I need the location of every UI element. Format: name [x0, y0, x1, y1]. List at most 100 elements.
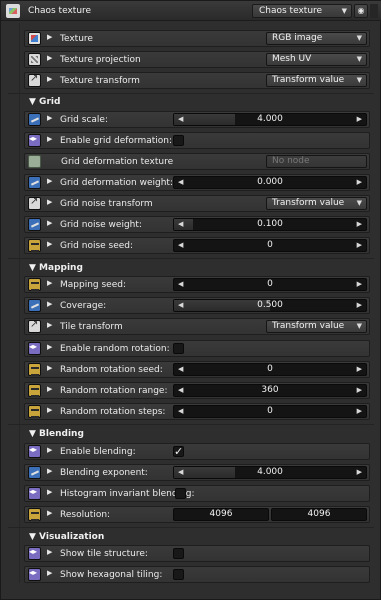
transform-icon — [28, 196, 41, 210]
texture-projection-dropdown[interactable]: Mesh UV ▼ — [266, 53, 367, 66]
increment-arrow-icon[interactable]: ▶ — [357, 177, 362, 188]
section-blending[interactable]: ▼ Blending — [29, 429, 84, 439]
random-rotation-steps-spinner[interactable]: ◀ 0 ▶ — [173, 405, 367, 418]
grid-scale-row: ▶ Grid scale: ◀ 4.000 ▶ — [24, 111, 370, 128]
expand-icon[interactable]: ▶ — [47, 343, 52, 351]
random-rotation-seed-spinner[interactable]: ◀ 0 ▶ — [173, 363, 367, 376]
enable-random-rotation-checkbox[interactable] — [173, 343, 184, 354]
increment-arrow-icon[interactable]: ▶ — [357, 240, 362, 251]
grid-noise-seed-spinner[interactable]: ◀ 0 ▶ — [173, 239, 367, 252]
texture-projection-label: Texture projection — [60, 55, 141, 65]
expand-icon[interactable]: ▶ — [47, 198, 52, 206]
expand-icon[interactable]: ▶ — [47, 321, 52, 329]
decrement-arrow-icon[interactable]: ◀ — [178, 467, 183, 478]
int-icon — [28, 278, 41, 291]
decrement-arrow-icon[interactable]: ◀ — [178, 364, 183, 375]
section-visualization[interactable]: ▼ Visualization — [29, 532, 104, 542]
chevron-down-icon: ▼ — [356, 199, 362, 207]
texture-label: Texture — [60, 34, 93, 44]
expand-icon[interactable]: ▶ — [47, 54, 52, 62]
expand-icon[interactable]: ▶ — [47, 406, 52, 414]
expand-icon[interactable]: ▶ — [47, 279, 52, 287]
grid-deformation-texture-row: Grid deformation texture No node — [24, 153, 370, 170]
node-type-dropdown[interactable]: Chaos texture ▼ — [252, 4, 352, 18]
histogram-invariant-blending-checkbox[interactable] — [175, 488, 186, 499]
bool-icon — [28, 547, 41, 560]
texture-transform-dropdown[interactable]: Transform value ▼ — [266, 74, 367, 87]
texture-dropdown[interactable]: RGB image ▼ — [266, 32, 367, 45]
section-mapping[interactable]: ▼ Mapping — [29, 263, 83, 273]
expand-icon[interactable]: ▶ — [47, 177, 52, 185]
resolution-x-field[interactable]: 4096 — [173, 508, 269, 521]
increment-arrow-icon[interactable]: ▶ — [357, 467, 362, 478]
texture-projection-row[interactable]: ▶ Texture projection Mesh UV ▼ — [24, 51, 370, 68]
show-hexagonal-tiling-checkbox[interactable] — [173, 569, 184, 580]
decrement-arrow-icon[interactable]: ◀ — [178, 385, 183, 396]
section-grid[interactable]: ▼ Grid — [29, 97, 60, 107]
increment-arrow-icon[interactable]: ▶ — [357, 385, 362, 396]
texture-row[interactable]: ▶ Texture RGB image ▼ — [24, 30, 370, 47]
eye-icon[interactable]: ◉ — [354, 4, 368, 18]
increment-arrow-icon[interactable]: ▶ — [357, 114, 362, 125]
enable-random-rotation-label: Enable random rotation: — [60, 344, 170, 354]
expand-icon[interactable]: ▶ — [47, 33, 52, 41]
expand-icon[interactable]: ▶ — [47, 135, 52, 143]
coverage-slider[interactable]: ◀ 0.500 ▶ — [173, 299, 367, 312]
decrement-arrow-icon[interactable]: ◀ — [178, 300, 183, 311]
expand-icon[interactable]: ▶ — [47, 114, 52, 122]
increment-arrow-icon[interactable]: ▶ — [357, 364, 362, 375]
texture-transform-row[interactable]: ▶ Texture transform Transform value ▼ — [24, 72, 370, 89]
divider — [8, 527, 374, 528]
blending-exponent-slider[interactable]: ◀ 4.000 ▶ — [173, 466, 367, 479]
grid-deformation-texture-label: Grid deformation texture — [61, 157, 174, 167]
texture-node-icon — [6, 4, 20, 18]
grid-noise-transform-row: ▶ Grid noise transform Transform value ▼ — [24, 195, 370, 212]
resolution-row: ▶ Resolution: 4096 4096 — [24, 506, 370, 523]
expand-icon[interactable]: ▶ — [47, 240, 52, 248]
coverage-row: ▶ Coverage: ◀ 0.500 ▶ — [24, 297, 370, 314]
expand-icon[interactable]: ▶ — [47, 569, 52, 577]
expand-icon[interactable]: ▶ — [47, 446, 52, 454]
expand-icon[interactable]: ▶ — [47, 364, 52, 372]
expand-icon[interactable]: ▶ — [47, 75, 52, 83]
random-rotation-range-row: ▶ Random rotation range: ◀ 360 ▶ — [24, 382, 370, 399]
grid-scale-slider[interactable]: ◀ 4.000 ▶ — [173, 113, 367, 126]
expand-icon[interactable]: ▶ — [47, 509, 52, 517]
expand-icon[interactable]: ▶ — [47, 548, 52, 556]
enable-blending-checkbox[interactable]: ✓ — [173, 446, 184, 457]
decrement-arrow-icon[interactable]: ◀ — [178, 240, 183, 251]
enable-grid-deformation-checkbox[interactable] — [173, 135, 184, 146]
tile-transform-dropdown[interactable]: Transform value ▼ — [266, 320, 367, 333]
grid-deformation-weight-slider[interactable]: ◀ 0.000 ▶ — [173, 176, 367, 189]
decrement-arrow-icon[interactable]: ◀ — [178, 114, 183, 125]
decrement-arrow-icon[interactable]: ◀ — [178, 177, 183, 188]
decrement-arrow-icon[interactable]: ◀ — [178, 406, 183, 417]
expand-icon[interactable]: ▶ — [47, 467, 52, 475]
expand-icon[interactable]: ▶ — [47, 488, 52, 496]
decrement-arrow-icon[interactable]: ◀ — [178, 219, 183, 230]
chevron-down-icon: ▼ — [341, 7, 347, 15]
increment-arrow-icon[interactable]: ▶ — [357, 219, 362, 230]
grid-noise-weight-slider[interactable]: ◀ 0.100 ▶ — [173, 218, 367, 231]
expand-icon[interactable]: ▶ — [47, 385, 52, 393]
expand-icon[interactable]: ▶ — [47, 300, 52, 308]
chevron-down-icon: ▼ — [356, 55, 362, 63]
enable-grid-deformation-row: ▶ Enable grid deformation: — [24, 132, 370, 149]
texture-value: RGB image — [272, 33, 323, 43]
decrement-arrow-icon[interactable]: ◀ — [178, 279, 183, 290]
grid-noise-transform-dropdown[interactable]: Transform value ▼ — [266, 197, 367, 210]
increment-arrow-icon[interactable]: ▶ — [357, 406, 362, 417]
empty-texture-icon — [28, 155, 41, 168]
random-rotation-range-spinner[interactable]: ◀ 360 ▶ — [173, 384, 367, 397]
chaos-texture-panel: Chaos texture Chaos texture ▼ ◉ ▶ Textur… — [0, 0, 381, 600]
show-tile-structure-checkbox[interactable] — [173, 548, 184, 559]
enable-blending-row: ▶ Enable blending: ✓ — [24, 443, 370, 460]
grid-noise-transform-label: Grid noise transform — [60, 199, 153, 209]
expand-icon[interactable]: ▶ — [47, 219, 52, 227]
increment-arrow-icon[interactable]: ▶ — [357, 279, 362, 290]
float-icon — [28, 299, 41, 312]
resolution-y-field[interactable]: 4096 — [271, 508, 367, 521]
increment-arrow-icon[interactable]: ▶ — [357, 300, 362, 311]
grid-deformation-texture-dropdown[interactable]: No node — [266, 155, 367, 168]
mapping-seed-spinner[interactable]: ◀ 0 ▶ — [173, 278, 367, 291]
